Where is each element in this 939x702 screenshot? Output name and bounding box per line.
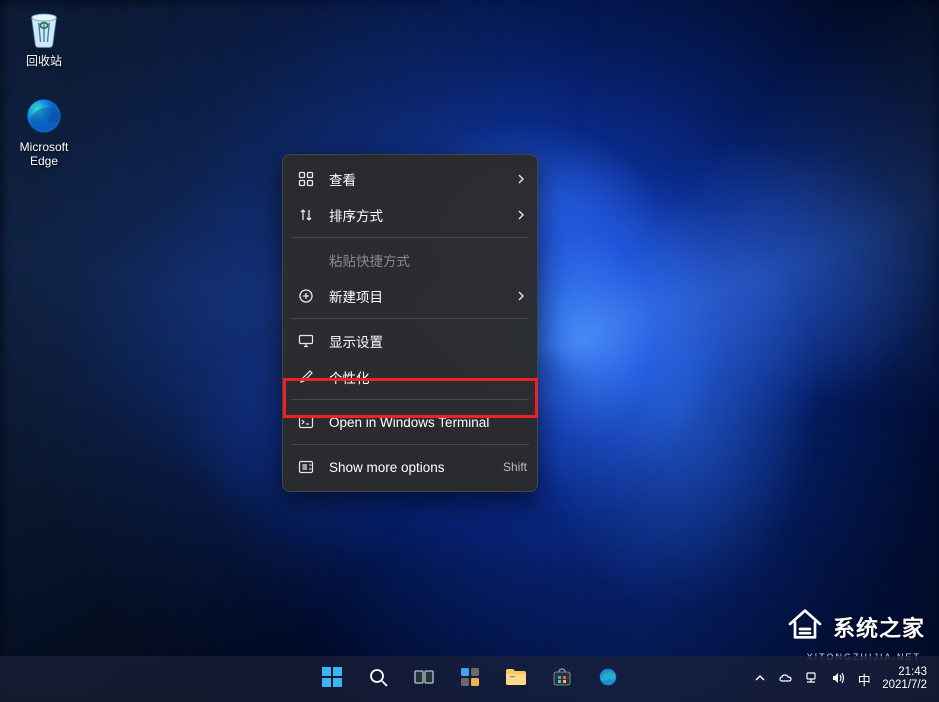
search-button[interactable] — [358, 659, 398, 699]
tray-clock[interactable]: 21:43 2021/7/2 — [878, 666, 931, 691]
taskbar: 中 21:43 2021/7/2 — [0, 656, 939, 702]
menu-item-sort[interactable]: 排序方式 — [283, 197, 537, 233]
network-icon — [804, 670, 820, 689]
tray-network[interactable] — [800, 667, 824, 691]
menu-item-label: Show more options — [329, 460, 445, 475]
recycle-bin-icon — [22, 6, 66, 50]
menu-separator — [291, 399, 529, 400]
ime-icon: 中 — [858, 670, 871, 689]
store-icon — [551, 666, 573, 693]
menu-item-personalize[interactable]: 个性化 — [283, 359, 537, 395]
menu-item-paste-shortcut: 粘贴快捷方式 — [283, 242, 537, 278]
edge-icon — [22, 94, 66, 138]
store-button[interactable] — [542, 659, 582, 699]
menu-item-display-settings[interactable]: 显示设置 — [283, 323, 537, 359]
tray-ime[interactable]: 中 — [852, 667, 876, 691]
menu-item-label: 排序方式 — [329, 205, 383, 225]
widgets-icon — [459, 666, 481, 693]
desktop-icon-label: 回收站 — [26, 52, 62, 69]
keyboard-shortcut: Shift — [503, 460, 527, 474]
watermark-title: 系统之家 — [833, 611, 925, 643]
chevron-right-icon — [515, 173, 527, 185]
start-button[interactable] — [312, 659, 352, 699]
task-view-icon — [413, 666, 435, 693]
desktop-icon-edge[interactable]: Microsoft Edge — [6, 94, 82, 168]
widgets-button[interactable] — [450, 659, 490, 699]
cloud-icon — [778, 670, 794, 689]
brush-icon — [297, 368, 315, 386]
folder-icon — [504, 665, 528, 694]
terminal-icon — [297, 413, 315, 431]
tray-overflow-button[interactable] — [748, 667, 772, 691]
chevron-right-icon — [515, 209, 527, 221]
sort-icon — [297, 206, 315, 224]
tray-volume[interactable] — [826, 667, 850, 691]
menu-item-new[interactable]: 新建项目 — [283, 278, 537, 314]
menu-item-label: 查看 — [329, 169, 356, 189]
blank-icon — [297, 251, 315, 269]
desktop-icon-recycle-bin[interactable]: 回收站 — [6, 6, 82, 69]
tray-onedrive[interactable] — [774, 667, 798, 691]
search-icon — [367, 666, 389, 693]
task-view-button[interactable] — [404, 659, 444, 699]
desktop-icon-label: Microsoft Edge — [6, 140, 82, 168]
menu-separator — [291, 318, 529, 319]
menu-item-open-terminal[interactable]: Open in Windows Terminal — [283, 404, 537, 440]
menu-item-show-more-options[interactable]: Show more options Shift — [283, 449, 537, 485]
house-logo-icon — [785, 604, 825, 650]
menu-separator — [291, 237, 529, 238]
desktop-context-menu: 查看 排序方式 粘贴快捷方式 新建项目 — [282, 154, 538, 492]
windows-logo-icon — [321, 666, 343, 693]
chevron-up-icon — [754, 672, 766, 687]
chevron-right-icon — [515, 290, 527, 302]
display-icon — [297, 332, 315, 350]
edge-icon — [597, 666, 619, 693]
menu-item-label: 个性化 — [329, 367, 370, 387]
menu-item-label: 粘贴快捷方式 — [329, 250, 410, 270]
speaker-icon — [830, 670, 846, 689]
menu-item-label: 显示设置 — [329, 331, 383, 351]
plus-circle-icon — [297, 287, 315, 305]
watermark: 系统之家 XITONGZHIJIA.NET — [785, 604, 925, 650]
menu-item-view[interactable]: 查看 — [283, 161, 537, 197]
file-explorer-button[interactable] — [496, 659, 536, 699]
tray-date: 2021/7/2 — [882, 679, 927, 692]
system-tray: 中 21:43 2021/7/2 — [748, 656, 931, 702]
edge-taskbar-button[interactable] — [588, 659, 628, 699]
menu-separator — [291, 444, 529, 445]
grid-icon — [297, 170, 315, 188]
menu-item-label: 新建项目 — [329, 286, 383, 306]
more-options-icon — [297, 458, 315, 476]
menu-item-label: Open in Windows Terminal — [329, 415, 489, 430]
tray-time: 21:43 — [898, 666, 927, 679]
taskbar-center-group — [312, 659, 628, 699]
